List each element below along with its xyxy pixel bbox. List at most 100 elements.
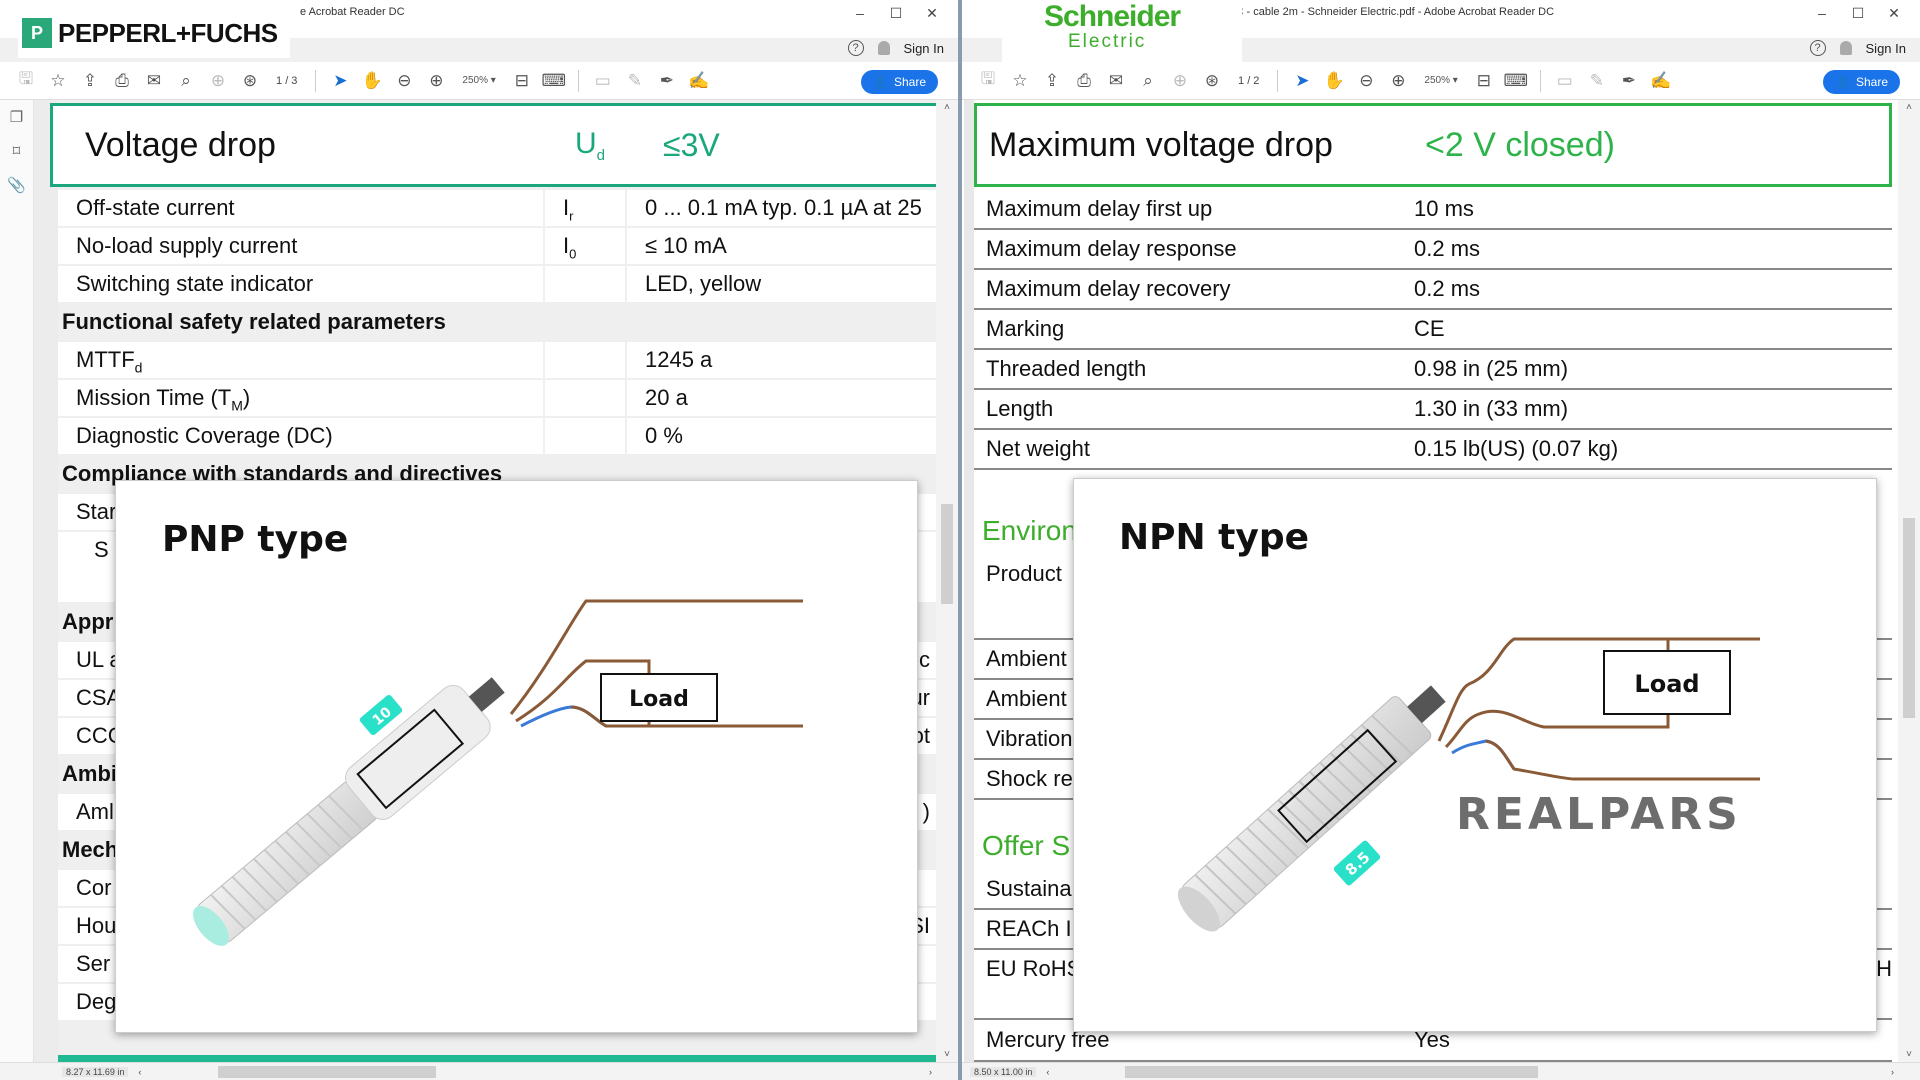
symbol-main: U	[575, 126, 597, 160]
page-fit-icon[interactable]: ⊟	[506, 67, 538, 95]
highlighted-spec-max-voltage-drop: Maximum voltage drop <2 V closed)	[974, 103, 1892, 187]
section-heading-offer: Offer S	[982, 830, 1071, 861]
sign-icon[interactable]: ✒	[651, 67, 683, 95]
load-label: Load	[1634, 670, 1699, 698]
section-bar	[58, 1055, 936, 1062]
scroll-up-icon[interactable]: ˄	[1898, 102, 1920, 113]
select-cursor-icon[interactable]: ➤	[324, 67, 356, 95]
table-row: Maximum delay first up 10 ms	[974, 190, 1892, 230]
bookmark-star-icon[interactable]: ☆	[1004, 67, 1036, 95]
print-icon[interactable]: ⎙	[106, 67, 138, 95]
sign-in-link[interactable]: Sign In	[1866, 41, 1906, 56]
notification-bell-icon[interactable]	[877, 41, 890, 55]
maximize-button[interactable]: ☐	[878, 2, 914, 24]
help-icon[interactable]: ?	[1809, 40, 1826, 56]
row-value: 0 ... 0.1 mA typ. 0.1 µA at 25	[627, 190, 936, 226]
help-icon[interactable]: ?	[847, 40, 864, 56]
search-icon[interactable]: ⌕	[1132, 67, 1164, 95]
table-row: Maximum delay response 0.2 ms	[974, 230, 1892, 270]
fill-sign-icon[interactable]: ✍	[1645, 67, 1677, 95]
zoom-out-icon[interactable]: ⊖	[388, 67, 420, 95]
upload-cloud-icon[interactable]: ⇪	[74, 67, 106, 95]
email-icon[interactable]: ✉	[1100, 67, 1132, 95]
page-indicator[interactable]: 1 / 3	[276, 75, 297, 87]
zoom-in-icon[interactable]: ⊕	[1382, 67, 1414, 95]
table-row: No-load supply current I0 ≤ 10 mA	[58, 228, 936, 264]
search-icon[interactable]: ⌕	[170, 67, 202, 95]
vertical-scrollbar[interactable]: ˄ ˅	[936, 100, 958, 1062]
page-current[interactable]: 1	[1238, 75, 1244, 87]
scroll-thumb[interactable]	[1903, 518, 1915, 718]
save-icon[interactable]: 🖫	[972, 67, 1004, 95]
sign-icon[interactable]: ✒	[1613, 67, 1645, 95]
comment-icon[interactable]: ▭	[587, 67, 619, 95]
upload-cloud-icon[interactable]: ⇪	[1036, 67, 1068, 95]
share-button[interactable]: 👤 Share	[861, 70, 938, 94]
page-current[interactable]: 1	[276, 75, 282, 87]
toolbar-divider	[577, 69, 579, 92]
row-value: 0.2 ms	[1414, 236, 1481, 261]
npn-diagram-overlay: NPN type 8.5 Load REALPARS	[1073, 478, 1877, 1032]
pencil-icon[interactable]: ✎	[619, 67, 651, 95]
bookmark-icon[interactable]: ⌑	[0, 134, 33, 168]
previous-page-icon[interactable]: ⊕	[202, 67, 234, 95]
row-name: Length	[986, 396, 1054, 421]
section-heading: Appr	[62, 609, 114, 634]
minimize-button[interactable]: –	[842, 2, 878, 24]
section-heading: Functional safety related parameters	[62, 309, 446, 334]
next-page-icon[interactable]: ⊛	[234, 67, 266, 95]
previous-page-icon[interactable]: ⊕	[1164, 67, 1196, 95]
bookmark-star-icon[interactable]: ☆	[42, 67, 74, 95]
horizontal-scroll-thumb[interactable]	[1125, 1066, 1538, 1078]
notification-bell-icon[interactable]	[1839, 41, 1852, 55]
attachment-icon[interactable]: 📎	[0, 168, 33, 202]
scroll-right-icon[interactable]: ›	[1891, 1067, 1894, 1077]
scroll-down-icon[interactable]: ˅	[1898, 1049, 1920, 1060]
pages-icon[interactable]: ❐	[0, 100, 33, 134]
email-icon[interactable]: ✉	[138, 67, 170, 95]
comment-icon[interactable]: ▭	[1549, 67, 1581, 95]
keyboard-scroll-icon[interactable]: ⌨	[1500, 67, 1532, 95]
highlighted-spec-voltage-drop: Voltage drop Ud ≤3V	[50, 103, 936, 187]
sign-in-link[interactable]: Sign In	[904, 41, 944, 56]
pencil-icon[interactable]: ✎	[1581, 67, 1613, 95]
toolbar: 🖫 ☆ ⇪ ⎙ ✉ ⌕ ⊕ ⊛ 1 / 2 ➤ ✋ ⊖ ⊕ 250% ▾ ⊟ ⌨…	[962, 62, 1920, 100]
close-button[interactable]: ✕	[914, 2, 950, 24]
zoom-in-icon[interactable]: ⊕	[420, 67, 452, 95]
page-indicator[interactable]: 1 / 2	[1238, 75, 1259, 87]
zoom-out-icon[interactable]: ⊖	[1350, 67, 1382, 95]
load-label: Load	[629, 687, 689, 712]
hand-tool-icon[interactable]: ✋	[356, 67, 388, 95]
zoom-level-select[interactable]: 250% ▾	[462, 75, 495, 86]
row-symbol	[545, 342, 625, 378]
scroll-right-icon[interactable]: ›	[929, 1067, 932, 1077]
keyboard-scroll-icon[interactable]: ⌨	[538, 67, 570, 95]
fill-sign-icon[interactable]: ✍	[683, 67, 715, 95]
select-cursor-icon[interactable]: ➤	[1286, 67, 1318, 95]
save-icon[interactable]: 🖫	[10, 67, 42, 95]
sensor-body	[193, 677, 505, 946]
vertical-scrollbar[interactable]: ˄ ˅	[1898, 100, 1920, 1062]
acrobat-window-right: 24VDC - cable 2m - Schneider Electric.pd…	[960, 0, 1920, 1080]
print-icon[interactable]: ⎙	[1068, 67, 1100, 95]
window-controls: – ☐ ✕	[1804, 2, 1912, 24]
schneider-electric-logo: Schneider Electric	[1002, 2, 1242, 62]
scroll-left-icon[interactable]: ‹	[1046, 1067, 1049, 1077]
close-button[interactable]: ✕	[1876, 2, 1912, 24]
spec-value: <2 V closed)	[1425, 125, 1615, 164]
page-fit-icon[interactable]: ⊟	[1468, 67, 1500, 95]
maximize-button[interactable]: ☐	[1840, 2, 1876, 24]
horizontal-scroll-thumb[interactable]	[218, 1066, 436, 1078]
minimize-button[interactable]: –	[1804, 2, 1840, 24]
row-value: ≤ 10 mA	[627, 228, 936, 264]
share-button[interactable]: 👤 Share	[1823, 70, 1900, 94]
next-page-icon[interactable]: ⊛	[1196, 67, 1228, 95]
scroll-left-icon[interactable]: ‹	[138, 1067, 141, 1077]
name: MTTF	[76, 347, 135, 372]
scroll-thumb[interactable]	[941, 504, 953, 604]
scroll-up-icon[interactable]: ˄	[936, 102, 958, 113]
npn-wiring-diagram: 8.5 Load	[1177, 637, 1760, 932]
hand-tool-icon[interactable]: ✋	[1318, 67, 1350, 95]
scroll-down-icon[interactable]: ˅	[936, 1049, 958, 1060]
zoom-level-select[interactable]: 250% ▾	[1424, 75, 1457, 86]
